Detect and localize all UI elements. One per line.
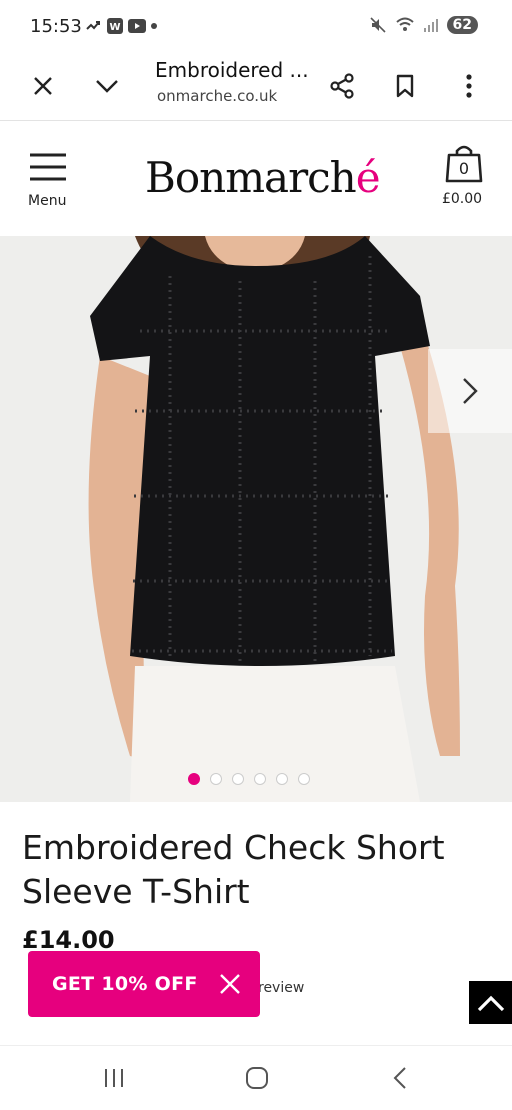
svg-text:W: W: [109, 22, 120, 33]
recent-apps-button[interactable]: [94, 1062, 134, 1094]
logo-accent: é: [355, 153, 381, 202]
carousel-dot[interactable]: [188, 773, 200, 785]
shopping-bag-icon: 0: [445, 145, 483, 183]
bookmark-icon: [396, 74, 414, 98]
status-time: 15:53: [30, 16, 82, 37]
chevron-right-icon: [463, 378, 478, 404]
chevron-up-icon: [477, 995, 504, 1011]
page-url[interactable]: onmarche.co.uk: [157, 87, 277, 105]
close-tab-button[interactable]: [23, 66, 63, 106]
page-title[interactable]: Embroidered ...: [155, 58, 309, 82]
product-title: Embroidered Check Short Sleeve T-Shirt: [22, 828, 445, 911]
carousel-dot[interactable]: [210, 773, 222, 785]
hamburger-icon: [30, 153, 66, 181]
close-icon: [34, 77, 52, 95]
collapse-button[interactable]: [87, 66, 127, 106]
system-nav-bar: [0, 1045, 512, 1110]
share-icon: [330, 73, 354, 99]
carousel-dot[interactable]: [276, 773, 288, 785]
bookmark-button[interactable]: [385, 66, 425, 106]
promo-banner[interactable]: GET 10% OFF: [28, 951, 260, 1017]
back-button[interactable]: [380, 1062, 420, 1094]
bag-count: 0: [459, 159, 469, 178]
share-button[interactable]: [322, 66, 362, 106]
home-icon: [246, 1067, 268, 1089]
mute-icon: [369, 17, 386, 33]
missed-call-icon: [86, 21, 100, 30]
battery-level: 62: [446, 16, 478, 34]
wifi-icon: [395, 17, 414, 31]
brand-logo[interactable]: Bonmarché: [145, 153, 381, 202]
carousel-dots: [188, 773, 310, 785]
bag-total: £0.00: [441, 191, 483, 207]
carousel-dot[interactable]: [298, 773, 310, 785]
product-price: £14.00: [22, 926, 115, 954]
logo-text: Bonmarché: [145, 153, 381, 202]
close-icon[interactable]: [218, 972, 242, 996]
carousel-dot[interactable]: [232, 773, 244, 785]
back-icon: [393, 1067, 406, 1089]
next-image-button[interactable]: [428, 349, 512, 433]
product-photo: [0, 236, 512, 802]
more-icon: [466, 74, 472, 98]
word-app-icon: W: [107, 18, 123, 34]
signal-icon: [423, 19, 438, 32]
promo-label: GET 10% OFF: [52, 973, 198, 995]
shopping-bag-button[interactable]: 0 £0.00: [441, 143, 487, 207]
youtube-icon: [128, 19, 146, 33]
site-header: Menu Bonmarché 0 £0.00: [0, 121, 512, 236]
review-link[interactable]: review: [258, 980, 304, 996]
dot-icon: [151, 23, 157, 29]
chevron-down-icon: [96, 80, 118, 93]
menu-label: Menu: [28, 193, 67, 209]
status-bar: 15:53 W 62: [0, 0, 512, 52]
scroll-to-top-button[interactable]: [469, 981, 512, 1024]
menu-button[interactable]: Menu: [28, 153, 72, 209]
home-button[interactable]: [237, 1062, 277, 1094]
browser-toolbar: Embroidered ... onmarche.co.uk: [0, 52, 512, 121]
carousel-dot[interactable]: [254, 773, 266, 785]
more-options-button[interactable]: [449, 66, 489, 106]
product-image-gallery[interactable]: [0, 236, 512, 802]
recent-apps-icon: [105, 1069, 123, 1087]
